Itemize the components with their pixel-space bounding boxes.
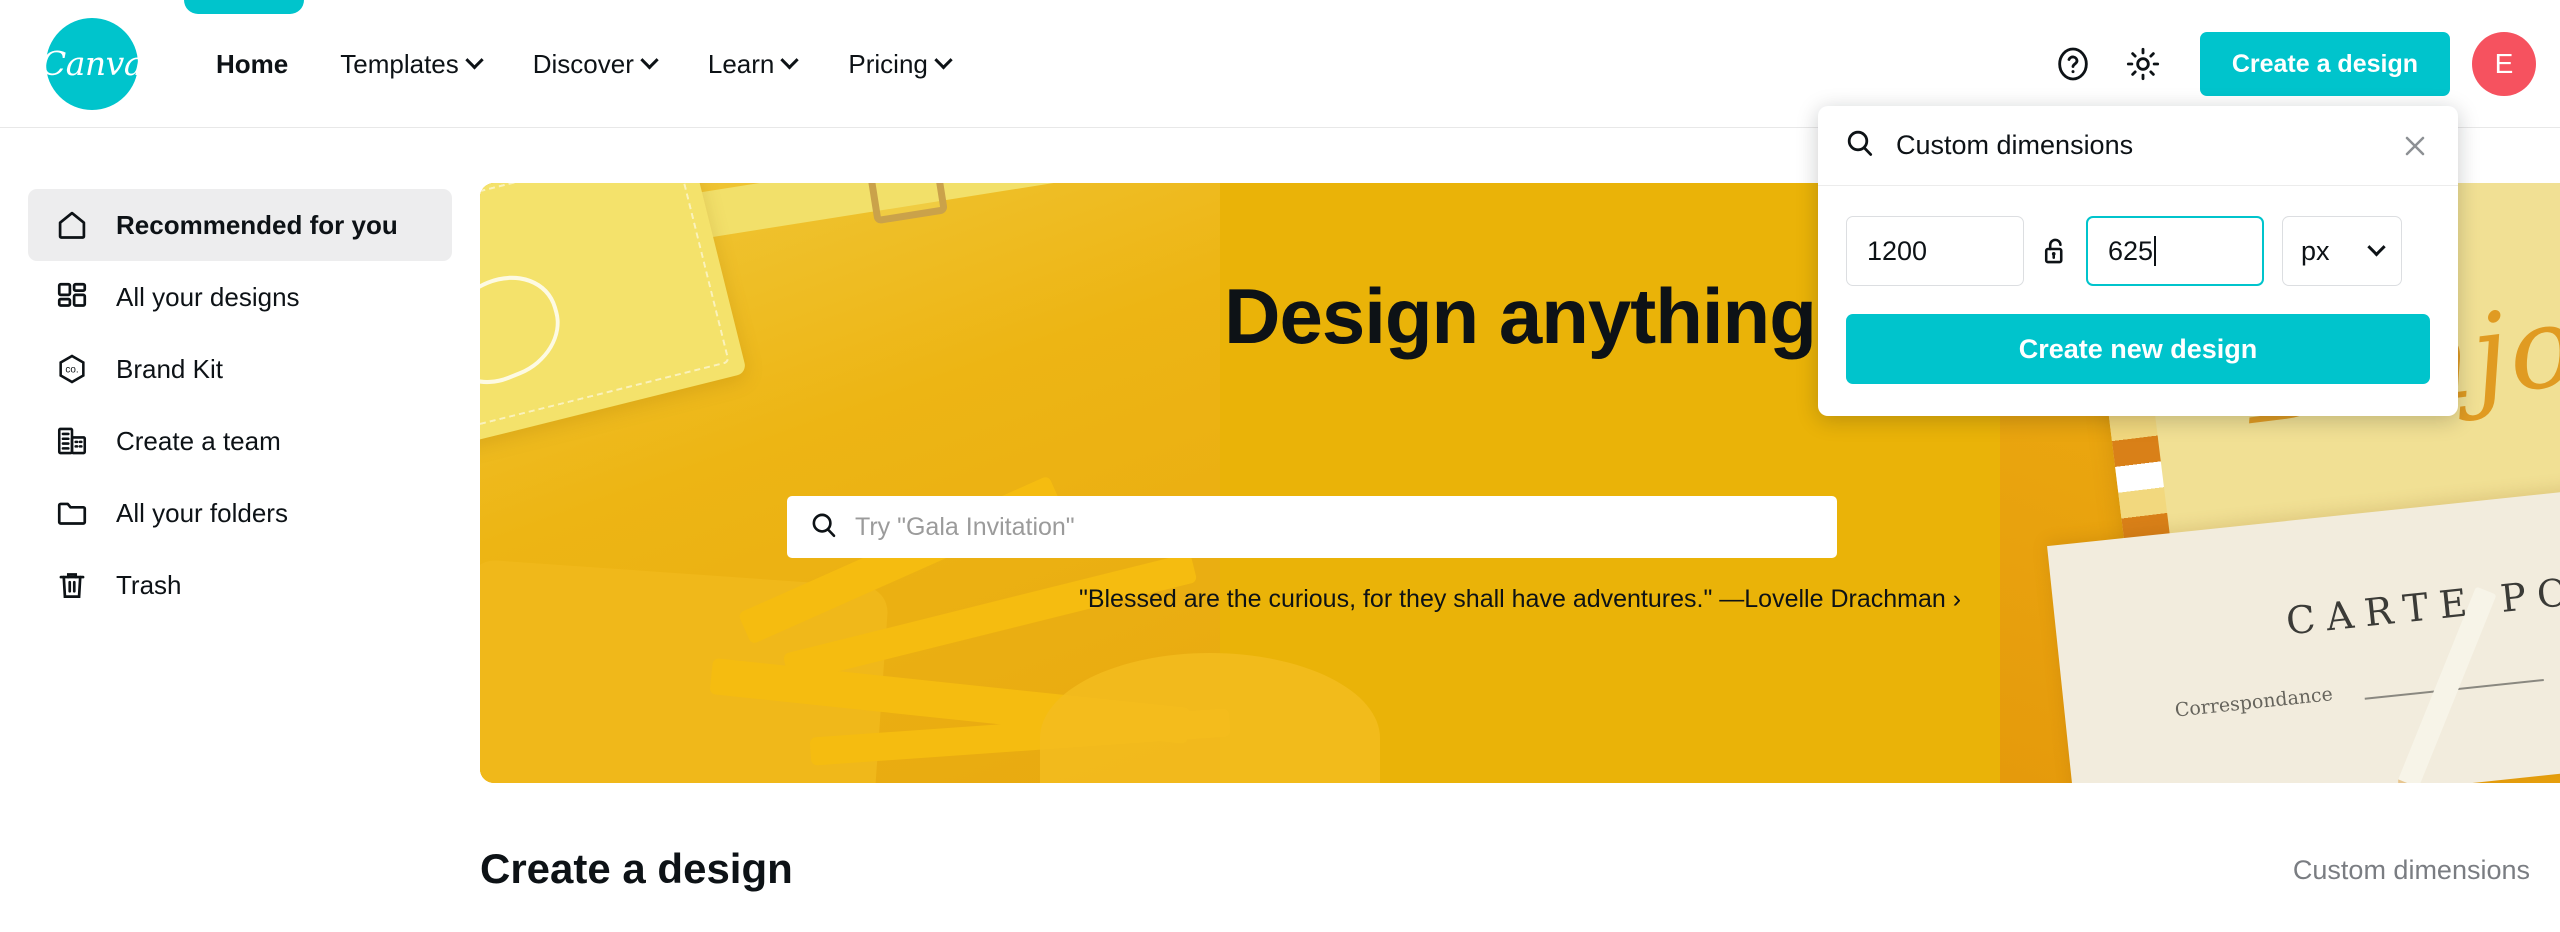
- height-input[interactable]: 625: [2086, 216, 2264, 286]
- create-a-design-button[interactable]: Create a design: [2199, 32, 2450, 96]
- chevron-down-icon: [934, 50, 953, 69]
- search-input[interactable]: Try "Gala Invitation": [787, 496, 1837, 558]
- width-value: 1200: [1867, 235, 1928, 266]
- height-value: 625: [2108, 235, 2154, 266]
- avatar-initial: E: [2494, 48, 2514, 79]
- help-circle-icon[interactable]: [2042, 33, 2104, 95]
- sidebar-item-brand-kit[interactable]: co. Brand Kit: [28, 333, 452, 405]
- search-icon: [1844, 127, 1876, 164]
- svg-text:co.: co.: [65, 365, 78, 376]
- nav-item-label: Home: [216, 48, 289, 79]
- width-input[interactable]: 1200: [1846, 216, 2024, 286]
- sidebar-item-label: All your folders: [116, 497, 288, 528]
- close-icon[interactable]: [2398, 129, 2432, 163]
- sidebar-item-all-your-folders[interactable]: All your folders: [28, 477, 452, 549]
- chevron-down-icon: [465, 50, 484, 69]
- sidebar-item-label: All your designs: [116, 281, 300, 312]
- banner-quote-link[interactable]: "Blessed are the curious, for they shall…: [480, 585, 2560, 614]
- brand-hexagon-icon: co.: [52, 349, 92, 389]
- search-icon: [809, 510, 839, 545]
- nav-item-templates[interactable]: Templates: [314, 39, 507, 90]
- sidebar-item-label: Brand Kit: [116, 353, 223, 384]
- custom-dimensions-link[interactable]: Custom dimensions: [2293, 855, 2530, 886]
- nav-item-learn[interactable]: Learn: [682, 39, 823, 90]
- chevron-down-icon: [2367, 237, 2386, 256]
- logo-text: Canva: [41, 43, 144, 83]
- canva-logo[interactable]: Canva: [41, 18, 144, 110]
- chevron-down-icon: [780, 50, 800, 69]
- nav-item-label: Discover: [532, 48, 634, 79]
- nav-item-label: Templates: [340, 48, 459, 79]
- text-caret: [2154, 236, 2157, 266]
- nav-item-discover[interactable]: Discover: [507, 39, 682, 90]
- sidebar-item-label: Recommended for you: [116, 209, 398, 240]
- chevron-down-icon: [640, 50, 659, 69]
- nav-item-home[interactable]: Home: [190, 39, 314, 90]
- sidebar-item-trash[interactable]: Trash: [28, 549, 452, 621]
- gear-icon[interactable]: [2112, 33, 2174, 95]
- unit-value: px: [2301, 235, 2330, 266]
- section-title-create-a-design: Create a design: [480, 845, 793, 892]
- main-nav: Home Templates Discover Learn Pricing: [190, 0, 976, 128]
- unit-select[interactable]: px: [2282, 216, 2402, 286]
- folder-icon: [52, 493, 92, 533]
- unlock-icon[interactable]: [2024, 234, 2086, 268]
- nav-item-label: Pricing: [848, 48, 928, 79]
- custom-dimensions-popup: Custom dimensions 1200 625 px Create new…: [1818, 106, 2458, 416]
- popup-search-input[interactable]: Custom dimensions: [1896, 130, 2378, 161]
- nav-item-pricing[interactable]: Pricing: [822, 39, 975, 90]
- avatar[interactable]: E: [2472, 32, 2536, 96]
- building-icon: [52, 421, 92, 461]
- sidebar-item-label: Create a team: [116, 425, 281, 456]
- trash-icon: [52, 565, 92, 605]
- sidebar-item-all-your-designs[interactable]: All your designs: [28, 261, 452, 333]
- grid-icon: [52, 277, 92, 317]
- create-new-design-button[interactable]: Create new design: [1846, 314, 2430, 384]
- sidebar-item-label: Trash: [116, 569, 182, 600]
- left-sidebar: Recommended for you All your designs co.…: [0, 129, 480, 932]
- nav-item-label: Learn: [707, 48, 775, 79]
- popup-body: 1200 625 px Create new design: [1818, 186, 2458, 416]
- sidebar-item-create-a-team[interactable]: Create a team: [28, 405, 452, 477]
- sidebar-item-recommended-for-you[interactable]: Recommended for you: [28, 189, 452, 261]
- home-icon: [52, 205, 92, 245]
- search-placeholder: Try "Gala Invitation": [855, 512, 1075, 541]
- dimensions-row: 1200 625 px: [1846, 216, 2430, 286]
- popup-search-row: Custom dimensions: [1818, 106, 2458, 186]
